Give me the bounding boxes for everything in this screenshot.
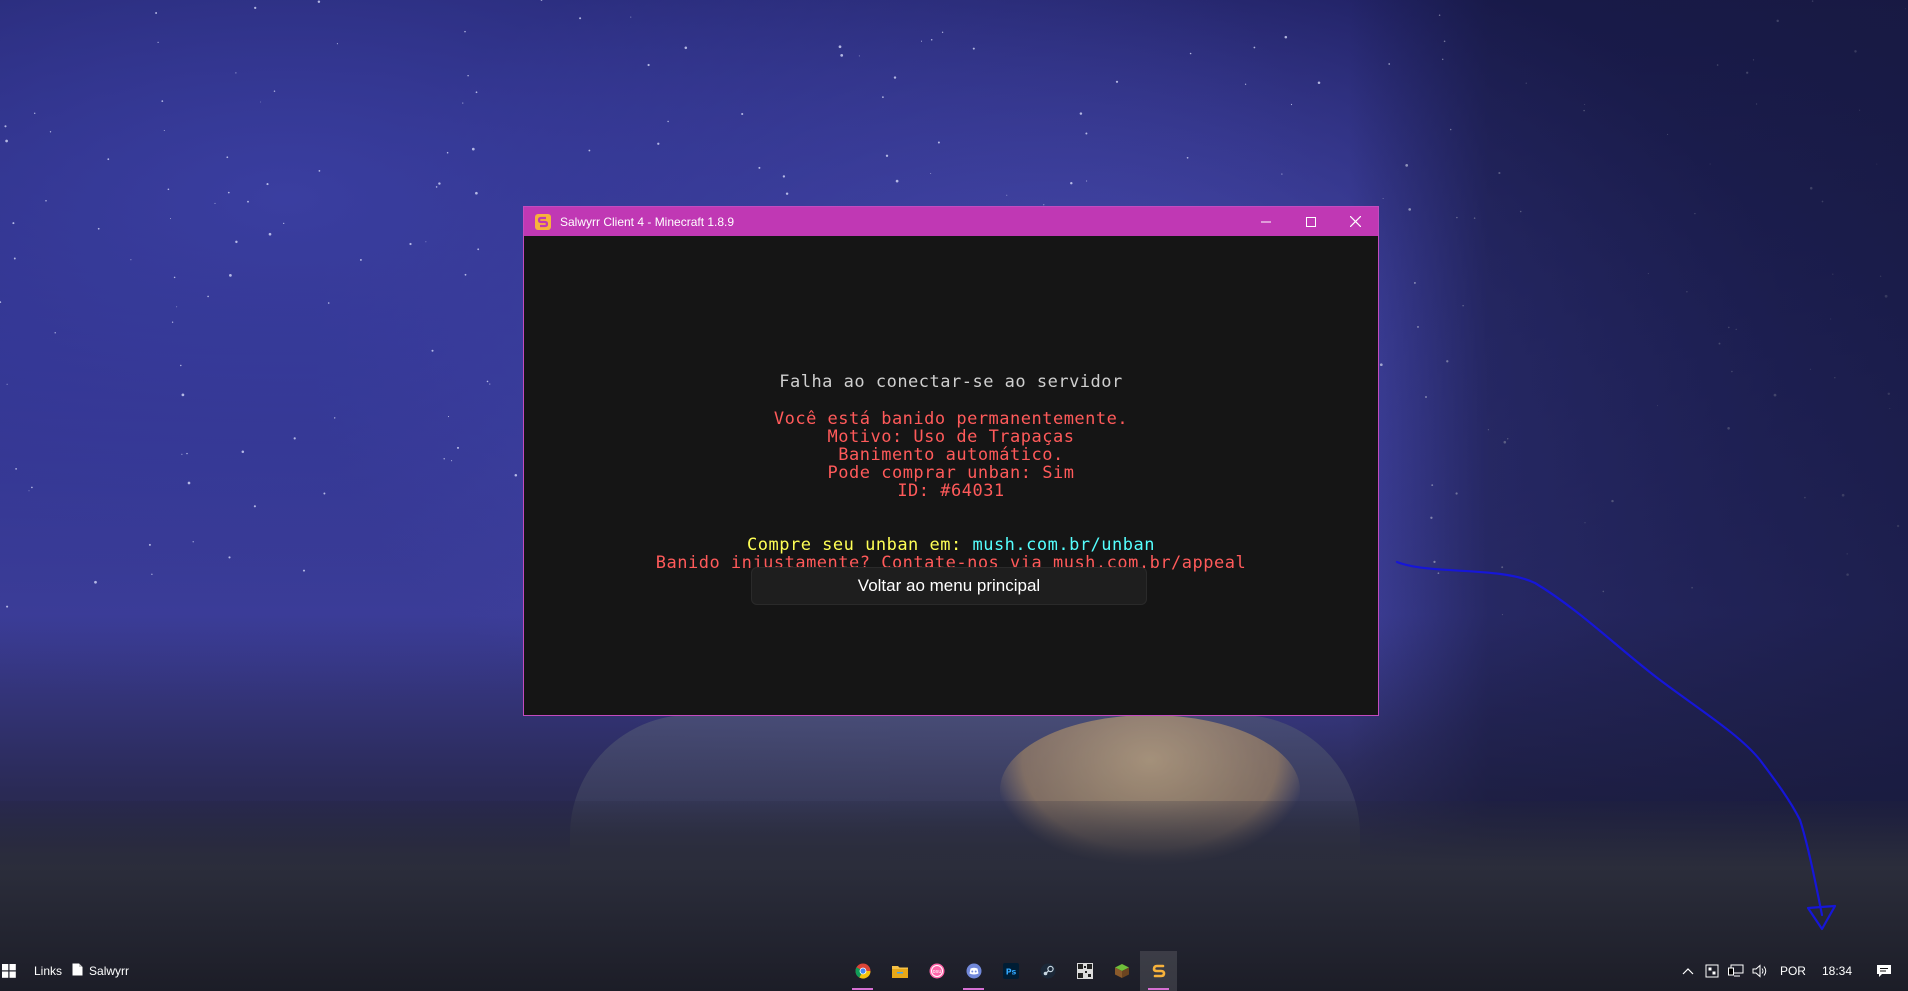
windows-start-icon[interactable] (2, 962, 20, 980)
taskbar: Links Salwyrr osu Ps POR 18:34 (0, 951, 1908, 991)
annotation-arrow (1395, 560, 1837, 931)
system-tray: POR 18:34 (1676, 951, 1908, 991)
security-icon[interactable] (1700, 951, 1724, 991)
svg-text:osu: osu (932, 969, 941, 975)
salwyrr-icon[interactable] (1140, 951, 1177, 991)
network-icon[interactable] (1724, 951, 1748, 991)
file-label: Salwyrr (89, 964, 130, 978)
minecraft-icon[interactable] (1103, 951, 1140, 991)
file-icon (72, 963, 83, 979)
osu-icon[interactable]: osu (918, 951, 955, 991)
photoshop-icon[interactable]: Ps (992, 951, 1029, 991)
svg-text:Ps: Ps (1005, 968, 1016, 977)
input-language[interactable]: POR (1772, 964, 1814, 978)
chevron-up-icon[interactable] (1676, 951, 1700, 991)
chrome-icon[interactable] (844, 951, 881, 991)
volume-icon[interactable] (1748, 951, 1772, 991)
taskbar-pinned-apps: osu Ps (844, 951, 1177, 991)
system-clock[interactable]: 18:34 (1814, 964, 1860, 978)
steam-icon[interactable] (1029, 951, 1066, 991)
qr-app-icon[interactable] (1066, 951, 1103, 991)
taskbar-file-salwyrr[interactable]: Salwyrr (72, 963, 129, 979)
discord-icon[interactable] (955, 951, 992, 991)
file-explorer-icon[interactable] (881, 951, 918, 991)
links-toolbar[interactable]: Links (34, 964, 62, 978)
notifications-icon[interactable] (1860, 951, 1908, 991)
